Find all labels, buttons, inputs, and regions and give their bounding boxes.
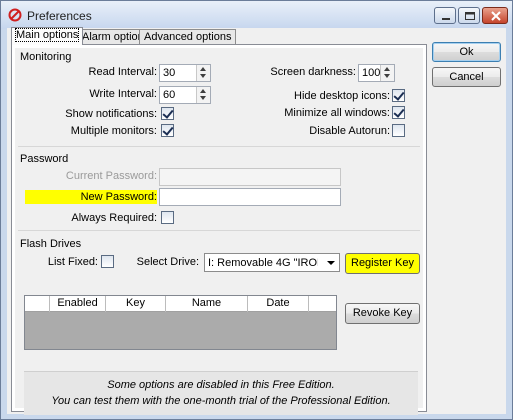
- minimize-all-windows-label: Minimize all windows:: [284, 107, 390, 119]
- list-fixed-label: List Fixed:: [47, 256, 98, 268]
- read-interval-spinbox[interactable]: 30: [159, 64, 211, 82]
- maximize-icon: [465, 12, 475, 20]
- main-options-panel: Monitoring Read Interval: 30 Write Inter…: [11, 44, 427, 415]
- column-header-name[interactable]: Name: [166, 296, 248, 312]
- current-password-label: Current Password:: [65, 170, 157, 182]
- password-section: Password Current Password: New Password:…: [18, 153, 420, 231]
- write-interval-spin-buttons[interactable]: [196, 87, 210, 103]
- main-options-pane: Monitoring Read Interval: 30 Write Inter…: [15, 48, 423, 415]
- free-edition-notice: Some options are disabled in this Free E…: [24, 371, 418, 415]
- notice-line-1: Some options are disabled in this Free E…: [107, 379, 335, 391]
- maximize-button[interactable]: [458, 7, 480, 24]
- tab-label: Main options: [14, 28, 80, 42]
- close-icon: [491, 11, 501, 21]
- disable-autorun-checkbox[interactable]: [392, 124, 405, 137]
- column-header-date[interactable]: Date: [248, 296, 309, 312]
- title-bar[interactable]: Preferences: [1, 1, 512, 29]
- always-required-label: Always Required:: [71, 212, 157, 224]
- tab-label: Advanced options: [144, 31, 232, 43]
- cancel-button[interactable]: Cancel: [432, 67, 501, 87]
- notice-line-2: You can test them with the one-month tri…: [51, 395, 391, 407]
- read-interval-value: 30: [163, 67, 176, 79]
- flash-drives-title: Flash Drives: [20, 238, 82, 250]
- new-password-field[interactable]: [159, 188, 341, 206]
- window-title: Preferences: [27, 9, 92, 23]
- app-icon: [8, 8, 22, 22]
- screen-darkness-spinbox[interactable]: 100: [358, 64, 395, 82]
- flash-drives-section: Flash Drives List Fixed: Select Drive: I…: [18, 238, 420, 368]
- close-button[interactable]: [482, 7, 508, 24]
- screen-darkness-value: 100: [362, 67, 381, 79]
- hide-desktop-icons-label: Hide desktop icons:: [294, 90, 390, 102]
- screen-darkness-spin-buttons[interactable]: [380, 65, 394, 81]
- preferences-window: Preferences Main options Alarm options A…: [0, 0, 513, 420]
- monitoring-title: Monitoring: [20, 51, 72, 63]
- minimize-button[interactable]: [434, 7, 456, 24]
- write-interval-label: Write Interval:: [89, 88, 157, 100]
- read-interval-spin-buttons[interactable]: [196, 65, 210, 81]
- dialog-client-area: Main options Alarm options Advanced opti…: [7, 27, 506, 415]
- select-drive-label: Select Drive:: [136, 256, 199, 268]
- column-header-enabled[interactable]: Enabled: [50, 296, 106, 312]
- minimize-icon: [442, 18, 450, 20]
- always-required-checkbox[interactable]: [161, 211, 174, 224]
- list-fixed-checkbox[interactable]: [101, 255, 114, 268]
- flash-drives-table[interactable]: Enabled Key Name Date: [24, 295, 337, 350]
- show-notifications-checkbox[interactable]: [161, 107, 174, 120]
- column-header-key[interactable]: Key: [106, 296, 166, 312]
- write-interval-value: 60: [163, 89, 176, 101]
- row-header-cell: [25, 296, 50, 312]
- select-drive-value: I: Removable 4G "IRONDL: [208, 257, 318, 269]
- multiple-monitors-label: Multiple monitors:: [70, 125, 157, 137]
- new-password-label: New Password:: [80, 191, 157, 203]
- disable-autorun-label: Disable Autorun:: [309, 125, 390, 137]
- hide-desktop-icons-checkbox[interactable]: [392, 89, 405, 102]
- ok-button[interactable]: Ok: [432, 42, 501, 62]
- minimize-all-windows-checkbox[interactable]: [392, 106, 405, 119]
- chevron-down-icon: [327, 261, 335, 265]
- screen-darkness-label: Screen darkness:: [270, 66, 356, 78]
- multiple-monitors-checkbox[interactable]: [161, 124, 174, 137]
- read-interval-label: Read Interval:: [88, 66, 157, 78]
- table-header: Enabled Key Name Date: [25, 296, 336, 312]
- current-password-field[interactable]: [159, 168, 341, 186]
- tab-advanced-options[interactable]: Advanced options: [139, 29, 237, 45]
- monitoring-section: Monitoring Read Interval: 30 Write Inter…: [18, 51, 420, 147]
- password-title: Password: [20, 153, 69, 165]
- select-drive-combobox[interactable]: I: Removable 4G "IRONDL: [204, 253, 340, 272]
- show-notifications-label: Show notifications:: [65, 108, 157, 120]
- tab-main-options[interactable]: Main options: [11, 27, 84, 45]
- register-key-button[interactable]: Register Key: [345, 253, 420, 274]
- revoke-key-button[interactable]: Revoke Key: [345, 303, 420, 324]
- write-interval-spinbox[interactable]: 60: [159, 86, 211, 104]
